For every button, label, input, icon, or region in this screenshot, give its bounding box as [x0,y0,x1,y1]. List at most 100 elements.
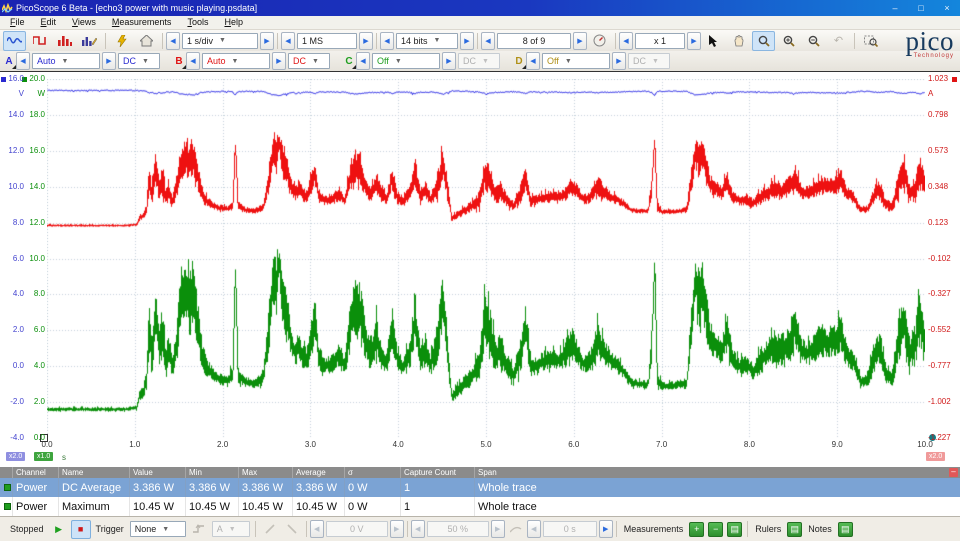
cell-span: Whole trace [474,497,960,516]
channel-a-coupling-select[interactable]: DC ▼ [118,53,160,69]
channel-b-range-select[interactable]: Auto ▼ [202,53,270,69]
add-view-button[interactable] [78,31,101,51]
channel-c-range-select[interactable]: Off ▼ [372,53,440,69]
channel-c-range-down-button[interactable]: ◀ [356,52,370,70]
bars-pencil-icon [82,35,97,47]
zoom-in-tool-button[interactable] [777,31,800,51]
axis-tick: 9.0 [832,441,843,449]
add-measurement-button[interactable]: + [689,522,704,537]
samples-field[interactable]: 1 MS [297,33,357,49]
resolution-select[interactable]: 14 bits ▼ [396,33,458,49]
channel-d-range-up-button[interactable]: ▶ [612,52,626,70]
undo-arrow-icon: ↶ [834,34,843,47]
pointer-tool-button[interactable] [702,31,725,51]
statusbar-separator [407,521,408,537]
zoom-factor-value: x 1 [654,36,666,46]
zoom-out-tool-button[interactable] [802,31,825,51]
header-marker-column [0,467,12,478]
persistence-view-button[interactable] [28,31,51,51]
channel-b-range-down-button[interactable]: ◀ [186,52,200,70]
start-capture-button[interactable]: ▶ [49,520,69,539]
zoom-factor-field[interactable]: x 1 [635,33,685,49]
stop-capture-button[interactable]: ■ [71,520,91,539]
pan-tool-button[interactable] [727,31,750,51]
channel-b-coupling-value: DC [293,56,306,66]
channel-b-coupling-select[interactable]: DC ▼ [288,53,330,69]
axis-tick: 10.0 [2,183,24,191]
home-icon [140,35,153,47]
channel-a-range-select[interactable]: Auto ▼ [32,53,100,69]
rulers-button[interactable]: ▤ [787,522,802,537]
chevron-down-icon: ▼ [312,58,319,65]
spectrum-view-button[interactable] [53,31,76,51]
measurements-collapse-button[interactable]: – [949,468,958,477]
menu-tools[interactable]: Tools [179,16,216,29]
channel-b-range-up-button[interactable]: ▶ [272,52,286,70]
axis-tick: 20.0 [27,75,45,83]
capture-state-label: Stopped [10,524,44,534]
trigger-mode-select[interactable]: None ▼ [130,521,186,537]
scope-view-button[interactable] [3,31,26,51]
channel-a-options-button[interactable]: A [2,54,16,69]
statusbar-separator [306,521,307,537]
buffer-next-button[interactable]: ▶ [573,32,587,50]
channel-d-range-select[interactable]: Off ▼ [542,53,610,69]
timebase-prev-button[interactable]: ◀ [166,32,180,50]
buffer-navigator-button[interactable] [588,31,611,51]
channel-a-range-down-button[interactable]: ◀ [16,52,30,70]
pico-brand-text: pico [878,28,954,55]
channel-c-range-up-button[interactable]: ▶ [442,52,456,70]
channel-a-scale-badge[interactable]: x2.0 [6,452,25,461]
scope-canvas[interactable] [47,79,925,438]
buffer-field[interactable]: 8 of 9 [497,33,571,49]
chevron-down-icon: ▼ [219,37,226,44]
delay-up-button[interactable]: ▶ [599,520,613,538]
chevron-down-icon: ▼ [434,37,441,44]
pico-technology-text: Technology [878,53,954,59]
samples-decrease-button[interactable]: ◀ [281,32,295,50]
channel-c-options-button[interactable]: C [342,54,356,69]
close-button[interactable]: × [934,0,960,16]
channel-b-options-button[interactable]: B [172,54,186,69]
zoom-tool-button[interactable] [752,31,775,51]
channel-b-scale-badge[interactable]: x2.0 [926,452,945,461]
play-icon: ▶ [55,524,62,535]
resolution-prev-button[interactable]: ◀ [380,32,394,50]
notes-button[interactable]: ▤ [838,522,853,537]
chevron-down-icon: ▼ [62,58,69,65]
menu-file[interactable]: File [2,16,33,29]
header-min: Min [185,467,238,478]
measurement-row-dc-average[interactable]: Power DC Average 3.386 W 3.386 W 3.386 W… [0,478,960,497]
power-scale-badge[interactable]: x1.0 [34,452,53,461]
minimize-button[interactable]: – [882,0,908,16]
delete-measurement-button[interactable]: − [708,522,723,537]
menu-bar: File Edit Views Measurements Tools Help [0,16,960,30]
menu-edit[interactable]: Edit [33,16,65,29]
zoom-in-step-button[interactable]: ▶ [687,32,701,50]
probes-button[interactable] [110,31,133,51]
undo-zoom-button[interactable]: ↶ [827,31,850,51]
measurements-header: Channel Name Value Min Max Average σ Cap… [0,467,960,478]
menu-measurements[interactable]: Measurements [104,16,180,29]
axis-tick: 18.0 [27,111,45,119]
menu-help[interactable]: Help [216,16,251,29]
buffer-prev-button[interactable]: ◀ [481,32,495,50]
menu-views[interactable]: Views [64,16,104,29]
chevron-down-icon: ▼ [162,526,169,533]
axis-tick: 0.348 [928,183,960,191]
timebase-next-button[interactable]: ▶ [260,32,274,50]
zoom-out-step-button[interactable]: ◀ [619,32,633,50]
axis-tick: 16.0 [2,75,24,83]
resolution-next-button[interactable]: ▶ [460,32,474,50]
channel-d-options-button[interactable]: D [512,54,526,69]
restore-button[interactable]: □ [908,0,934,16]
channel-d-range-down-button[interactable]: ◀ [526,52,540,70]
measurement-row-maximum[interactable]: Power Maximum 10.45 W 10.45 W 10.45 W 10… [0,497,960,516]
samples-increase-button[interactable]: ▶ [359,32,373,50]
home-settings-button[interactable] [135,31,158,51]
cell-sigma: 0 W [344,478,400,497]
channel-d-coupling-select: DC ▼ [628,53,670,69]
timebase-select[interactable]: 1 s/div ▼ [182,33,258,49]
channel-a-range-up-button[interactable]: ▶ [102,52,116,70]
edit-measurement-button[interactable]: ▤ [727,522,742,537]
